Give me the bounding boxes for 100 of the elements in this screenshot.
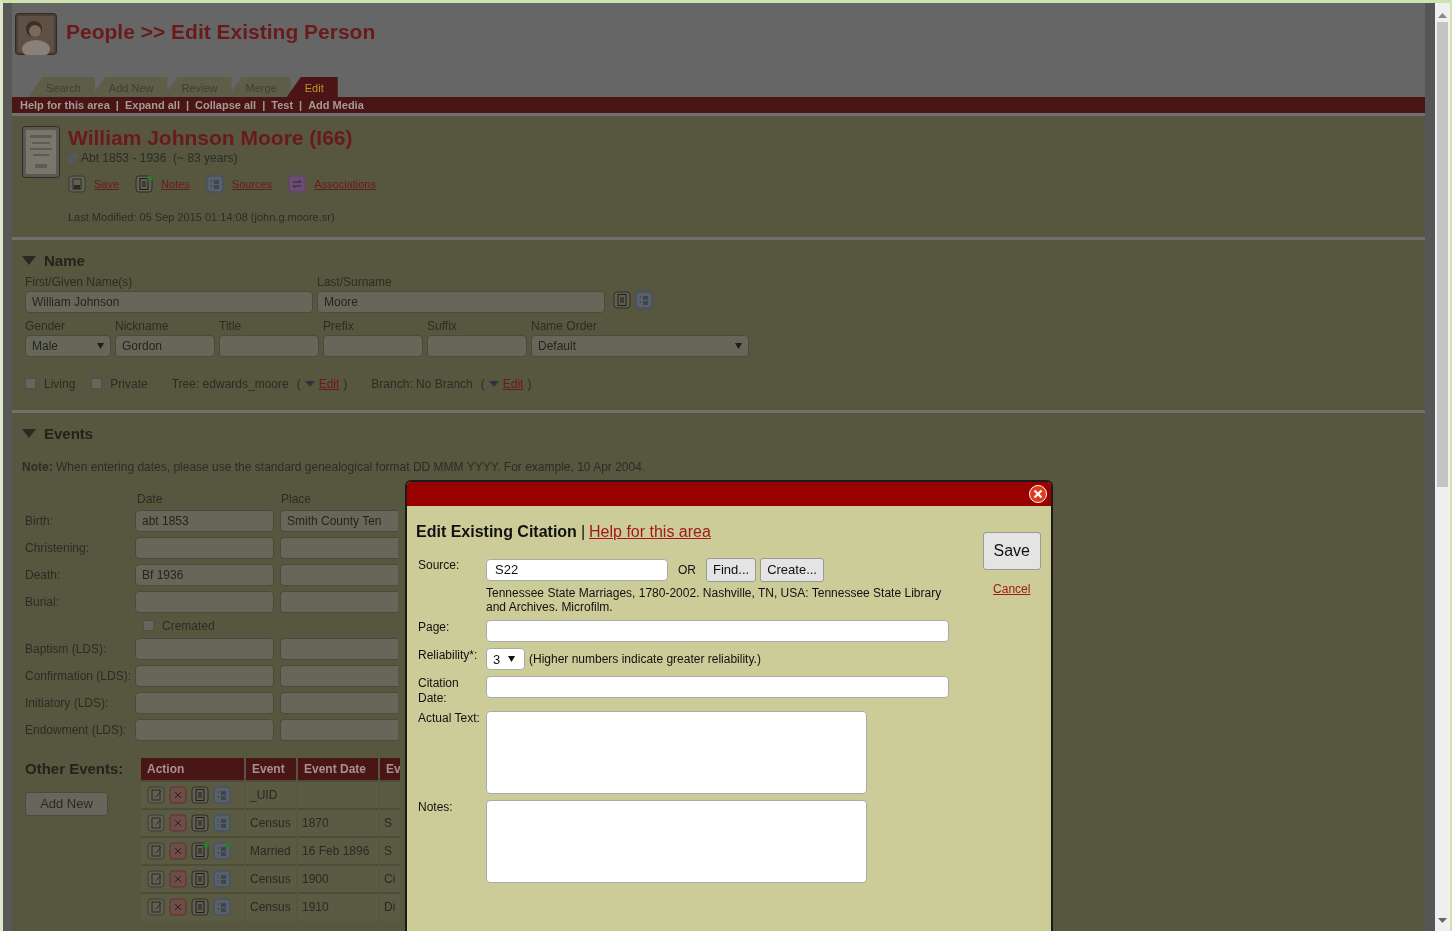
date-field[interactable] bbox=[135, 665, 274, 687]
notes-icon[interactable] bbox=[191, 813, 209, 832]
sources-icon[interactable] bbox=[205, 175, 224, 194]
source-description: Tennessee State Marriages, 1780-2002. Nashville, TN, USA: Tennessee State Library and Archives. Microfilm. bbox=[486, 585, 943, 615]
paren: ( bbox=[296, 375, 301, 393]
dropdown-icon[interactable] bbox=[304, 380, 315, 387]
text-area[interactable] bbox=[486, 711, 867, 795]
nav-link[interactable]: Help for this area bbox=[20, 96, 110, 114]
date-field[interactable] bbox=[135, 692, 274, 714]
delete-icon[interactable] bbox=[169, 813, 187, 832]
input-field[interactable]: Gordon bbox=[115, 334, 215, 357]
action-link[interactable]: Sources bbox=[231, 175, 273, 193]
date-field[interactable] bbox=[135, 537, 274, 559]
input-field[interactable] bbox=[219, 334, 319, 357]
notes-icon[interactable] bbox=[613, 290, 631, 309]
notes-icon[interactable] bbox=[191, 869, 209, 888]
tab[interactable]: Edit bbox=[286, 77, 338, 97]
scroll-up-icon[interactable] bbox=[1438, 13, 1447, 18]
select-field[interactable]: Male bbox=[25, 334, 111, 357]
associations-icon[interactable] bbox=[288, 175, 307, 194]
nav-link[interactable]: Collapse all bbox=[195, 96, 257, 114]
notes-icon[interactable] bbox=[191, 898, 209, 916]
edit-icon[interactable] bbox=[147, 869, 165, 888]
delete-icon[interactable] bbox=[169, 898, 187, 916]
input-field[interactable]: William Johnson bbox=[25, 290, 313, 313]
input-field[interactable]: Moore bbox=[317, 290, 605, 313]
place-field[interactable] bbox=[280, 591, 398, 613]
edit-link[interactable]: Edit bbox=[502, 374, 524, 393]
collapse-icon[interactable] bbox=[22, 429, 36, 440]
input-field[interactable] bbox=[427, 334, 527, 357]
sources-icon[interactable] bbox=[213, 813, 231, 832]
or-label: OR bbox=[678, 561, 696, 579]
edit-icon[interactable] bbox=[147, 841, 165, 860]
edit-link[interactable]: Edit bbox=[318, 374, 340, 393]
place-field[interactable] bbox=[280, 665, 398, 687]
date-field[interactable] bbox=[135, 591, 274, 613]
checkbox[interactable] bbox=[25, 378, 36, 389]
select-field[interactable]: Default bbox=[531, 334, 749, 357]
person-name: William Johnson Moore (I66) bbox=[68, 126, 354, 150]
action-link[interactable]: Save bbox=[94, 175, 120, 193]
sources-icon[interactable] bbox=[213, 898, 231, 916]
edit-icon[interactable] bbox=[147, 785, 165, 804]
add-button[interactable]: Add New bbox=[25, 792, 108, 816]
page-title: People >> Edit Existing Person bbox=[66, 19, 376, 45]
nav-link[interactable]: Test bbox=[271, 96, 294, 114]
save-button[interactable]: Save bbox=[982, 532, 1041, 570]
date-field[interactable] bbox=[486, 676, 949, 699]
field-label: Actual Text: bbox=[418, 711, 481, 728]
page-field[interactable] bbox=[486, 620, 949, 643]
sources-icon[interactable] bbox=[213, 841, 231, 860]
separator: | bbox=[185, 97, 190, 113]
notes-icon[interactable] bbox=[135, 175, 154, 194]
sources-icon[interactable] bbox=[213, 869, 231, 888]
delete-icon[interactable] bbox=[169, 841, 187, 860]
place-field[interactable] bbox=[280, 537, 398, 559]
collapse-icon[interactable] bbox=[22, 256, 36, 267]
date-field[interactable] bbox=[135, 638, 274, 660]
column-header: Ev bbox=[379, 757, 400, 781]
notes-icon[interactable] bbox=[191, 785, 209, 804]
date-field[interactable] bbox=[135, 719, 274, 741]
date-field[interactable]: abt 1853 bbox=[135, 510, 274, 532]
delete-icon[interactable] bbox=[169, 869, 187, 888]
sources-icon[interactable] bbox=[635, 290, 653, 309]
separator: | bbox=[115, 97, 119, 113]
action-link[interactable]: Associations bbox=[314, 175, 376, 193]
column-header: Event Date bbox=[297, 757, 379, 781]
find-button[interactable]: Find... bbox=[706, 558, 757, 582]
save-icon[interactable] bbox=[68, 175, 86, 194]
place-field[interactable] bbox=[280, 564, 398, 586]
dropdown-icon[interactable] bbox=[488, 380, 499, 387]
action-link[interactable]: Notes bbox=[161, 175, 190, 193]
scroll-thumb[interactable] bbox=[1437, 22, 1448, 487]
caret-icon bbox=[508, 656, 516, 663]
checkbox[interactable] bbox=[91, 378, 103, 389]
scroll-down-icon[interactable] bbox=[1438, 918, 1447, 923]
input-field[interactable] bbox=[323, 334, 423, 357]
create-button[interactable]: Create... bbox=[760, 558, 824, 582]
place-field[interactable] bbox=[280, 719, 398, 741]
sources-icon[interactable] bbox=[213, 785, 231, 804]
hint-text: (Higher numbers indicate greater reliability.) bbox=[529, 651, 761, 669]
close-icon[interactable] bbox=[1029, 485, 1047, 503]
scrollbar[interactable] bbox=[1435, 3, 1452, 931]
paren: ) bbox=[343, 375, 348, 393]
checkbox[interactable] bbox=[143, 620, 154, 631]
place-field[interactable] bbox=[280, 692, 398, 714]
edit-icon[interactable] bbox=[147, 898, 165, 916]
source-field[interactable]: S22 bbox=[486, 558, 668, 581]
place-field[interactable] bbox=[280, 638, 398, 660]
nav-link[interactable]: Expand all bbox=[124, 96, 180, 114]
place-field[interactable]: Smith County Ten bbox=[280, 510, 398, 532]
edit-icon[interactable] bbox=[147, 813, 165, 832]
nav-link[interactable]: Add Media bbox=[308, 96, 364, 114]
text-area[interactable] bbox=[486, 800, 867, 884]
help-link[interactable]: Help for this area bbox=[589, 520, 711, 544]
cancel-link[interactable]: Cancel bbox=[993, 580, 1031, 598]
notes-icon[interactable] bbox=[191, 841, 209, 860]
delete-icon[interactable] bbox=[169, 785, 187, 804]
date-field[interactable]: Bf 1936 bbox=[135, 564, 274, 586]
field-label: Page: bbox=[418, 620, 451, 637]
reliability-select[interactable]: 3 bbox=[486, 648, 525, 671]
